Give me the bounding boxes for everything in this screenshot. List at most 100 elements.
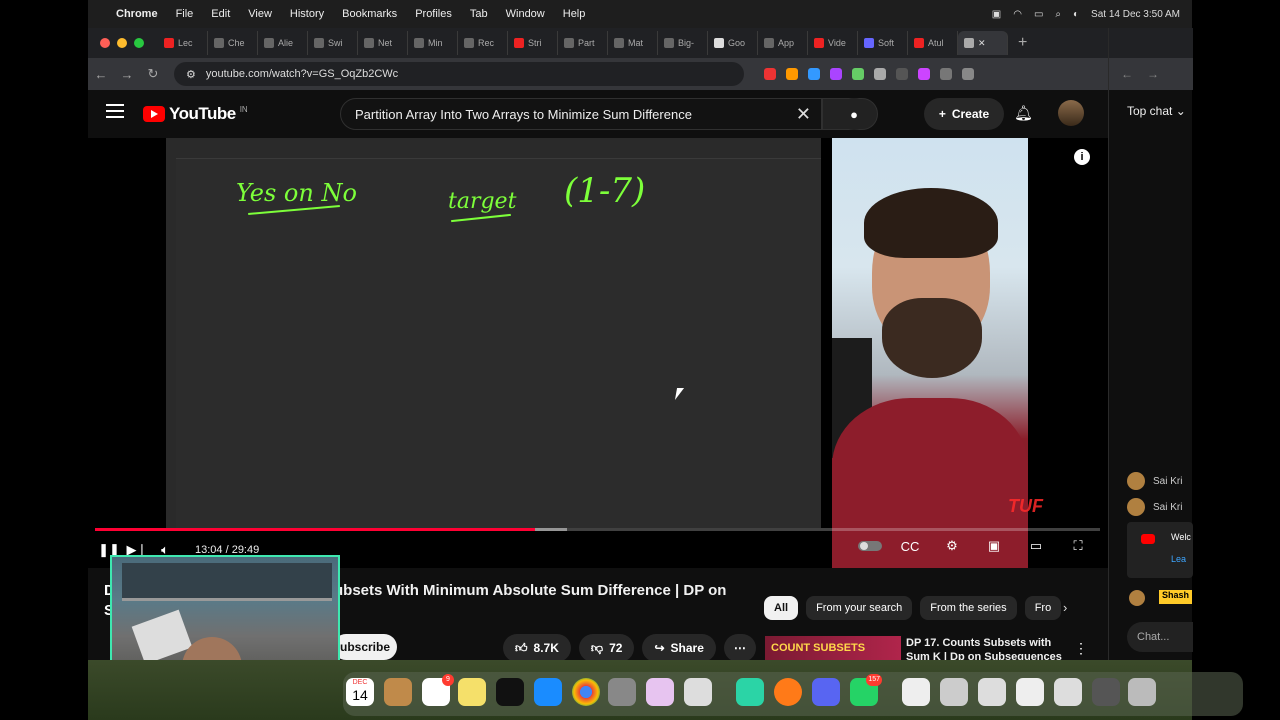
progress-bar[interactable]: [95, 528, 1100, 531]
chrome-icon[interactable]: [572, 678, 600, 706]
browser-tab[interactable]: Min: [408, 31, 458, 55]
extension-icon[interactable]: [764, 68, 776, 80]
chevron-right-icon[interactable]: ›: [1063, 600, 1067, 615]
puzzle-icon[interactable]: [940, 68, 952, 80]
extension-icon[interactable]: [830, 68, 842, 80]
browser-tab[interactable]: Vide: [808, 31, 858, 55]
chip-all[interactable]: All: [764, 596, 799, 620]
firefox-icon[interactable]: [774, 678, 802, 706]
browser-tab-active[interactable]: ✕: [958, 31, 1008, 55]
fullscreen-icon[interactable]: ⛶: [1064, 538, 1092, 554]
browser-tab[interactable]: App: [758, 31, 808, 55]
autoplay-toggle[interactable]: [858, 541, 882, 551]
screen-record-icon[interactable]: ▣: [992, 9, 1001, 20]
chat-input[interactable]: Chat...: [1127, 622, 1193, 652]
search-spotlight-icon[interactable]: ⌕: [1055, 9, 1061, 20]
recent-file-icon[interactable]: [940, 678, 968, 706]
browser-tab[interactable]: Atul: [908, 31, 958, 55]
recommendation-thumbnail[interactable]: COUNT SUBSETS: [765, 636, 901, 660]
battery-icon[interactable]: ▭: [1034, 9, 1043, 20]
notifications-bell-icon[interactable]: 🔔︎: [1014, 104, 1033, 122]
recommendation-title[interactable]: DP 17. Counts Subsets with Sum K | Dp on…: [906, 636, 1066, 660]
menu-help[interactable]: Help: [563, 8, 586, 20]
extension-icon[interactable]: [918, 68, 930, 80]
menu-tab[interactable]: Tab: [470, 8, 488, 20]
menu-history[interactable]: History: [290, 8, 324, 20]
forward-icon[interactable]: →: [1147, 67, 1159, 81]
chip-from-the-series[interactable]: From the series: [920, 596, 1017, 620]
like-button[interactable]: 👍︎ 8.7K: [503, 634, 571, 662]
theater-mode-icon[interactable]: ▭: [1022, 538, 1050, 554]
browser-tab[interactable]: Mat: [608, 31, 658, 55]
menu-view[interactable]: View: [248, 8, 272, 20]
create-button[interactable]: + Create: [924, 98, 1004, 130]
back-icon[interactable]: ←: [88, 67, 114, 82]
apple-tv-icon[interactable]: [496, 678, 524, 706]
recent-file-icon[interactable]: [1016, 678, 1044, 706]
menu-profiles[interactable]: Profiles: [415, 8, 452, 20]
app-store-icon[interactable]: [534, 678, 562, 706]
captions-icon[interactable]: CC: [896, 539, 924, 554]
maximize-window-button[interactable]: [134, 38, 144, 48]
browser-tab[interactable]: Big-: [658, 31, 708, 55]
new-tab-button[interactable]: +: [1018, 34, 1027, 52]
extension-icon[interactable]: [808, 68, 820, 80]
close-window-button[interactable]: [100, 38, 110, 48]
site-info-icon[interactable]: ⚙: [186, 68, 196, 81]
browser-tab[interactable]: Rec: [458, 31, 508, 55]
menu-datetime[interactable]: Sat 14 Dec 3:50 AM: [1091, 9, 1180, 20]
menu-icon[interactable]: [106, 104, 124, 118]
reminders-icon[interactable]: 9: [422, 674, 454, 706]
discord-icon[interactable]: [812, 678, 840, 706]
menu-edit[interactable]: Edit: [211, 8, 230, 20]
subscribe-button[interactable]: ubscribe: [333, 634, 397, 660]
browser-tab[interactable]: Alie: [258, 31, 308, 55]
recent-file-icon[interactable]: [1092, 678, 1120, 706]
youtube-logo[interactable]: YouTube IN: [143, 104, 248, 124]
menu-app-name[interactable]: Chrome: [116, 8, 158, 20]
learn-more-link[interactable]: Lea: [1171, 554, 1186, 564]
minimize-window-button[interactable]: [117, 38, 127, 48]
browser-tab[interactable]: Stri: [508, 31, 558, 55]
menu-window[interactable]: Window: [506, 8, 545, 20]
browser-tab[interactable]: Lec: [158, 31, 208, 55]
more-vertical-icon[interactable]: ⋮: [1074, 640, 1088, 657]
recent-file-icon[interactable]: [978, 678, 1006, 706]
menu-file[interactable]: File: [176, 8, 194, 20]
browser-tab[interactable]: Part: [558, 31, 608, 55]
voice-search-button[interactable]: ●: [838, 98, 870, 130]
info-icon[interactable]: i: [1074, 149, 1090, 165]
calendar-icon[interactable]: DEC 14: [346, 678, 374, 706]
search-input[interactable]: Partition Array Into Two Arrays to Minim…: [340, 98, 822, 130]
miniplayer-icon[interactable]: ▣: [980, 538, 1008, 554]
browser-tab[interactable]: Soft: [858, 31, 908, 55]
back-icon[interactable]: ←: [1121, 67, 1133, 81]
chat-app-icon[interactable]: [736, 678, 764, 706]
browser-tab[interactable]: Che: [208, 31, 258, 55]
extension-icon[interactable]: [896, 68, 908, 80]
dislike-button[interactable]: 👎︎ 72: [578, 634, 635, 662]
system-settings-icon[interactable]: [608, 678, 636, 706]
more-actions-button[interactable]: ⋯: [723, 634, 756, 662]
browser-tab[interactable]: Net: [358, 31, 408, 55]
preview-icon[interactable]: [684, 678, 712, 706]
tab-close-icon[interactable]: ✕: [978, 38, 986, 49]
browser-tab[interactable]: Goo: [708, 31, 758, 55]
stickies-icon[interactable]: [458, 678, 486, 706]
top-chat-dropdown[interactable]: Top chat ⌄: [1127, 104, 1186, 118]
extension-icon[interactable]: [786, 68, 798, 80]
browser-tab[interactable]: Swi: [308, 31, 358, 55]
forward-icon[interactable]: →: [114, 67, 140, 82]
extension-icon[interactable]: [874, 68, 886, 80]
address-bar[interactable]: ⚙ youtube.com/watch?v=GS_OqZb2CWc: [174, 62, 744, 86]
chip-truncated[interactable]: Fro: [1024, 596, 1062, 620]
recent-file-icon[interactable]: [1054, 678, 1082, 706]
share-button[interactable]: ↪ Share: [642, 634, 716, 662]
menu-bookmarks[interactable]: Bookmarks: [342, 8, 397, 20]
extension-icon[interactable]: [852, 68, 864, 80]
profile-icon[interactable]: [962, 68, 974, 80]
control-center-icon[interactable]: ◐: [1073, 9, 1079, 20]
trash-icon[interactable]: [1128, 678, 1156, 706]
whatsapp-icon[interactable]: 157: [850, 674, 882, 706]
affinity-icon[interactable]: [646, 678, 674, 706]
